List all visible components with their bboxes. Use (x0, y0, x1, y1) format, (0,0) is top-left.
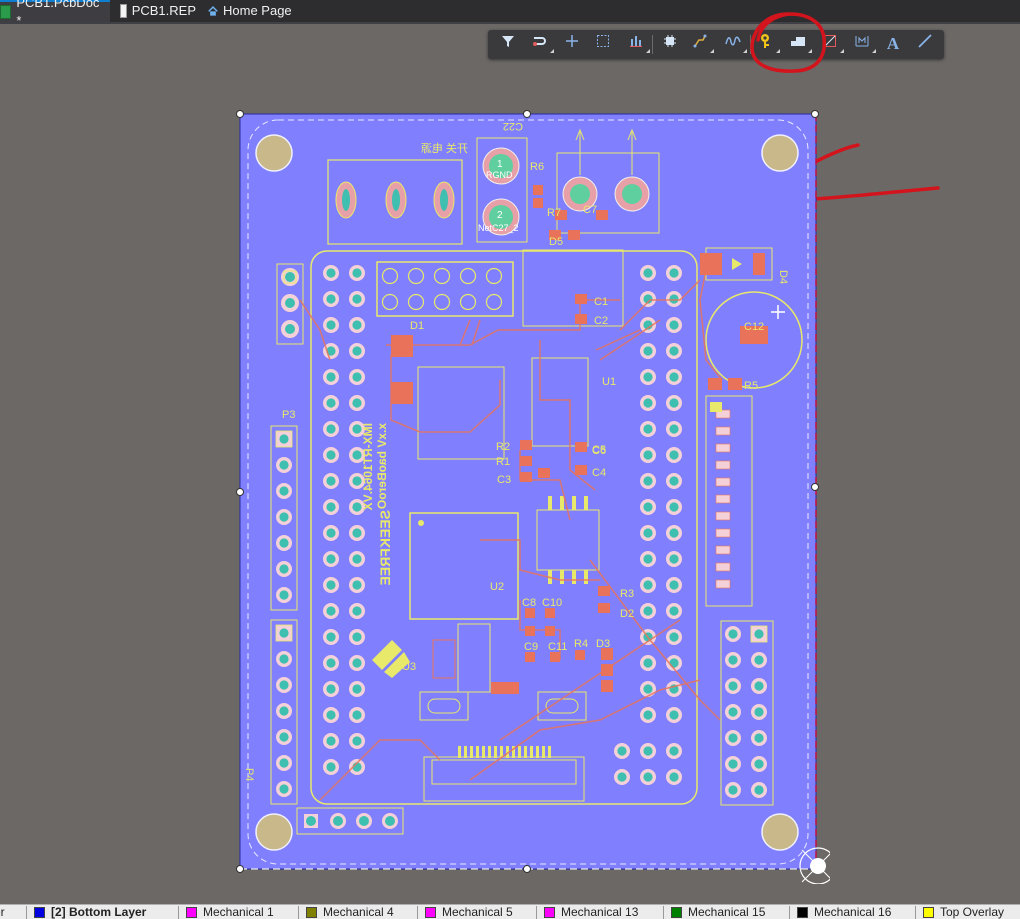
designator-c8: C8 (522, 597, 536, 609)
designator-c22: C22 (503, 120, 523, 132)
designator-r4: R4 (574, 638, 588, 650)
pad-1-label: 1 (497, 159, 503, 170)
designator-c11: C11 (548, 641, 567, 653)
board-outline (239, 113, 817, 870)
layer-color-swatch (797, 906, 808, 918)
layer-tab-label: Mechanical 15 (688, 905, 766, 919)
module-silk-version: x.xV baoBeroO (375, 423, 389, 509)
layer-tab-mechanical-1[interactable]: Mechanical 1 (186, 905, 274, 919)
designator-r2: R2 (496, 441, 510, 453)
pcb-board-view[interactable]: 开关 电源 1 RGND 2 NetC27_2 C22 R6 R7 D5 C7 … (230, 104, 837, 885)
designator-c5: C5 (592, 444, 606, 456)
layer-color-swatch (425, 906, 436, 918)
switch-silk-label: 开关 电源 (421, 141, 468, 155)
layer-tab-label: Mechanical 4 (323, 905, 394, 919)
layer-tab-label: Mechanical 16 (814, 905, 892, 919)
designator-d4: D4 (777, 270, 789, 284)
annotation-circle (750, 12, 827, 73)
designator-c2: C2 (594, 315, 608, 327)
layer-tab-mechanical-15[interactable]: Mechanical 15 (671, 905, 765, 919)
layer-color-swatch (34, 906, 45, 918)
designator-r5: R5 (744, 380, 758, 392)
pad-2-net: NetC27_2 (478, 223, 519, 233)
layer-tab-label: Mechanical 5 (442, 905, 513, 919)
designator-c12: C12 (744, 321, 764, 333)
pad-1-net: RGND (486, 170, 513, 180)
layer-tab-mechanical-16[interactable]: Mechanical 16 (797, 905, 891, 919)
designator-c4: C4 (592, 467, 606, 479)
designator-u1: U1 (602, 376, 616, 388)
layer-color-swatch (544, 906, 555, 918)
layer-tab-label: [2] Bottom Layer (51, 905, 147, 919)
layer-tab-2-bottom-layer[interactable]: [2] Bottom Layer (34, 905, 146, 919)
module-silk-name: IMX-RT1064.VX (361, 423, 375, 510)
designator-r1: R1 (496, 456, 510, 468)
designator-c10: C10 (542, 597, 562, 609)
layer-color-swatch (671, 906, 682, 918)
layer-tab-label: Top Overlay (940, 905, 1005, 919)
layer-tabs-bar: er [2] Bottom Layer Mechanical 1 Mechanical… (0, 904, 1020, 919)
layer-tab-mechanical-13[interactable]: Mechanical 13 (544, 905, 638, 919)
layer-color-swatch (306, 906, 317, 918)
layer-tab-label: er (0, 905, 5, 919)
designator-p3: P3 (282, 409, 295, 421)
designator-c1: C1 (594, 296, 608, 308)
layer-tab-mechanical-5[interactable]: Mechanical 5 (425, 905, 513, 919)
designator-c7: C7 (583, 204, 597, 216)
pad-2-label: 2 (497, 210, 503, 221)
designator-u2: U2 (490, 581, 504, 593)
layer-tab-er[interactable]: er (0, 905, 5, 919)
designator-d1: D1 (410, 320, 424, 332)
designator-d2: D2 (620, 608, 634, 620)
designator-p4: P4 (243, 768, 255, 781)
designator-r6: R6 (530, 161, 544, 173)
layer-tab-mechanical-4[interactable]: Mechanical 4 (306, 905, 394, 919)
layer-tab-top-overlay[interactable]: Top Overlay (923, 905, 1004, 919)
designator-d3: D3 (596, 638, 610, 650)
logo-silk-text: SEEKFREE (377, 510, 393, 585)
layer-tab-label: Mechanical 13 (561, 905, 639, 919)
designator-c9: C9 (524, 641, 538, 653)
designator-r3: R3 (620, 588, 634, 600)
layer-tab-label: Mechanical 1 (203, 905, 274, 919)
designator-d5: D5 (549, 236, 563, 248)
header-pins-left-top (281, 268, 299, 338)
designator-r7: R7 (547, 207, 561, 219)
layer-color-swatch (186, 906, 197, 918)
designator-c3: C3 (497, 474, 511, 486)
layer-color-swatch (923, 906, 934, 918)
